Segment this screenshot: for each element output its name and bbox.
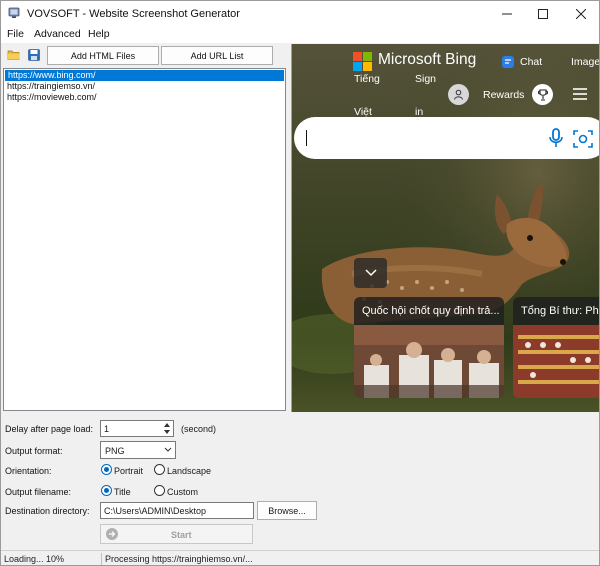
menu-bar: File Advanced Help (1, 26, 599, 43)
nav-language-line1[interactable]: Tiếng (354, 73, 380, 85)
close-icon (576, 8, 586, 19)
status-separator (101, 553, 102, 565)
destination-directory-input[interactable]: C:\Users\ADMIN\Desktop (100, 502, 254, 519)
news-photo (513, 325, 599, 398)
folder-icon (7, 50, 20, 60)
delay-spin-input[interactable]: 1 (100, 420, 174, 437)
rewards-trophy-icon[interactable] (532, 84, 553, 105)
collapse-feed-button[interactable] (354, 258, 387, 288)
open-folder-button[interactable] (6, 47, 22, 63)
status-progress: Loading... 10% (4, 554, 65, 564)
minimize-icon (502, 13, 512, 14)
microsoft-logo-icon (353, 52, 372, 71)
spin-arrows-icon[interactable] (161, 421, 173, 436)
save-icon (28, 49, 40, 61)
delay-label: Delay after page load: (5, 424, 94, 434)
nav-chat-link[interactable]: Chat (520, 56, 542, 68)
start-label: Start (171, 530, 192, 540)
user-icon (454, 89, 463, 100)
hamburger-menu-icon[interactable] (573, 88, 587, 100)
maximize-icon (538, 8, 548, 19)
nav-sign-in-line1[interactable]: Sign (415, 73, 436, 85)
avatar[interactable] (448, 84, 469, 105)
news-photo (354, 325, 504, 398)
bing-brand: Microsoft Bing (378, 51, 477, 68)
filename-label: Output filename: (5, 487, 72, 497)
browse-button[interactable]: Browse... (257, 501, 317, 520)
chevron-down-icon (364, 269, 377, 277)
news-card[interactable]: Tổng Bí thư: Phải (513, 297, 599, 398)
url-list-item[interactable]: https://www.bing.com/ (5, 70, 284, 81)
minimize-button[interactable] (489, 1, 525, 26)
news-card-caption: Quốc hội chốt quy định trả... (354, 297, 504, 325)
menu-advanced[interactable]: Advanced (34, 28, 81, 40)
delay-value: 1 (104, 424, 110, 434)
orientation-portrait-label: Portrait (114, 466, 144, 476)
status-message: Processing https://trainghiemso.vn/... (105, 554, 253, 564)
microphone-icon[interactable] (546, 127, 566, 149)
visual-search-icon[interactable] (573, 129, 593, 149)
app-icon (8, 7, 20, 18)
url-list-item[interactable]: https://traingiemso.vn/ (4, 81, 285, 92)
news-card[interactable]: Quốc hội chốt quy định trả... (354, 297, 504, 398)
preview-pane: Microsoft Bing Chat Image Tiếng Việt Sig… (291, 44, 599, 412)
menu-help[interactable]: Help (88, 28, 110, 40)
orientation-portrait-radio[interactable] (101, 464, 112, 475)
output-format-select[interactable]: PNG (100, 441, 176, 459)
orientation-landscape-radio[interactable] (154, 464, 165, 475)
filename-custom-label: Custom (167, 487, 199, 497)
save-button[interactable] (26, 47, 42, 63)
bing-header: Microsoft Bing Chat Image Tiếng Việt Sig… (292, 44, 599, 124)
arrow-right-icon (106, 528, 118, 540)
start-button[interactable]: Start (100, 524, 253, 544)
title-bar[interactable]: VOVSOFT - Website Screenshot Generator (1, 1, 599, 26)
bing-search-input[interactable] (294, 117, 599, 159)
format-label: Output format: (5, 446, 63, 456)
add-url-list-button[interactable]: Add URL List (161, 46, 273, 65)
text-caret (306, 130, 307, 146)
filename-title-radio[interactable] (101, 485, 112, 496)
maximize-button[interactable] (525, 1, 561, 26)
url-list[interactable]: https://www.bing.com/ https://traingiems… (3, 68, 286, 411)
filename-title-label: Title (114, 487, 131, 497)
nav-images-link[interactable]: Image (571, 56, 599, 68)
output-format-value: PNG (105, 446, 125, 456)
nav-rewards-link[interactable]: Rewards (483, 89, 524, 101)
delay-unit-label: (second) (181, 424, 217, 434)
orientation-label: Orientation: (5, 466, 52, 476)
chevron-down-icon (164, 447, 172, 452)
add-html-files-button[interactable]: Add HTML Files (47, 46, 159, 65)
close-button[interactable] (563, 1, 599, 26)
filename-custom-radio[interactable] (154, 485, 165, 496)
app-window: VOVSOFT - Website Screenshot Generator F… (0, 0, 600, 566)
chat-icon (502, 56, 514, 68)
menu-file[interactable]: File (7, 28, 24, 40)
window-title: VOVSOFT - Website Screenshot Generator (27, 8, 240, 20)
status-bar: Loading... 10% Processing https://traing… (1, 550, 599, 565)
toolbar: Add HTML Files Add URL List (1, 43, 288, 68)
news-card-caption: Tổng Bí thư: Phải (513, 297, 599, 325)
url-list-item[interactable]: https://movieweb.com/ (4, 92, 285, 103)
destination-label: Destination directory: (5, 506, 90, 516)
orientation-landscape-label: Landscape (167, 466, 212, 476)
